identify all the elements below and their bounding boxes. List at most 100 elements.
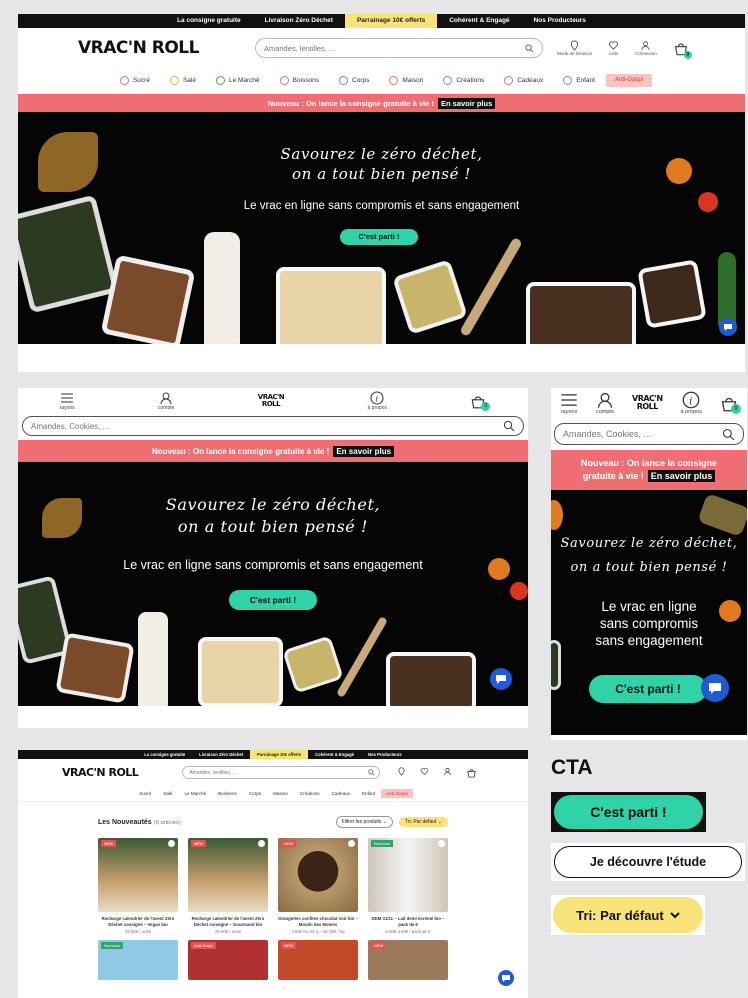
search-input[interactable] <box>263 43 525 53</box>
heart-icon[interactable] <box>420 767 429 776</box>
about-button[interactable]: i à propos <box>681 391 702 415</box>
topbar-link-highlight[interactable]: Parrainage 10€ offerts <box>250 750 309 759</box>
menu-button[interactable]: rayons <box>60 391 75 411</box>
nav-item-boissons[interactable]: Boissons <box>271 76 328 85</box>
nav-item-corps[interactable]: Corps <box>243 791 267 796</box>
product-name: Recharge calendrier de l'avent Zéro Déch… <box>191 916 265 927</box>
search-bar[interactable] <box>554 423 744 445</box>
promo-link[interactable]: En savoir plus <box>438 97 496 109</box>
filter-button[interactable]: Filtrer les produits ⌄ <box>335 816 393 828</box>
pasta-jar-image <box>276 267 386 344</box>
search-icon[interactable] <box>368 768 375 776</box>
basket-icon[interactable] <box>466 767 477 778</box>
nav-item-sale[interactable]: Salé <box>157 791 178 796</box>
nav-item-boissons[interactable]: Boissons <box>212 791 243 796</box>
product-image[interactable]: NEW <box>368 940 448 980</box>
location-pin-icon[interactable] <box>397 766 406 776</box>
menu-button[interactable]: rayons <box>560 391 578 415</box>
cart[interactable]: 0 <box>673 40 692 59</box>
chat-button[interactable] <box>490 668 512 690</box>
promo-link[interactable]: En savoir plus <box>333 445 395 457</box>
cart-count-badge: 0 <box>730 404 741 414</box>
topbar-link[interactable]: Cohérent & Engagé <box>437 14 521 28</box>
nav-item-creations[interactable]: Créations <box>294 791 326 796</box>
nav-item-marche[interactable]: Le Marché <box>178 791 212 796</box>
product-card[interactable]: Nouveau DDM 31/11 – Lait demi-écrémé bio… <box>368 838 448 934</box>
wishlist-heart-icon[interactable] <box>168 840 175 847</box>
nav-item-enfant[interactable]: Enfant <box>356 791 381 796</box>
wishlist-heart-icon[interactable] <box>438 840 445 847</box>
nav-item-maison[interactable]: Maison <box>380 76 432 85</box>
search-input[interactable]: Amandes, lentilles, ... <box>182 765 381 779</box>
product-image[interactable]: Nouveau <box>98 940 178 980</box>
nav-item-sale[interactable]: Salé <box>161 76 205 85</box>
topbar-link[interactable]: Cohérent & Engagé <box>308 750 361 759</box>
sort-dropdown[interactable]: Tri: Par défaut ⌄ <box>398 817 448 827</box>
site-logo[interactable]: VRAC'N ROLL <box>62 766 139 779</box>
search-input[interactable] <box>563 429 722 439</box>
site-logo[interactable]: VRAC'N ROLL <box>78 38 199 58</box>
nav-item-anti-gaspi[interactable]: Anti-Gaspi <box>606 74 653 87</box>
cart-count-badge: 0 <box>481 402 491 411</box>
hero-cta-button[interactable]: C'est parti ! <box>589 675 707 703</box>
product-card[interactable]: NEW Recharge calendrier de l'avent Zéro … <box>188 838 268 934</box>
product-card[interactable]: NEW Recharge calendrier de l'avent Zéro … <box>98 838 178 934</box>
nav-item-cadeaux[interactable]: Cadeaux <box>495 76 552 85</box>
promo-link[interactable]: En savoir plus <box>647 470 716 482</box>
search-icon[interactable] <box>722 428 735 441</box>
nav-item-maison[interactable]: Maison <box>267 791 294 796</box>
chat-button[interactable] <box>498 970 514 986</box>
account[interactable]: Connexion <box>635 40 657 56</box>
search-icon[interactable] <box>525 43 534 53</box>
search-input[interactable] <box>31 421 503 431</box>
chat-button[interactable] <box>701 674 729 702</box>
new-badge: NEW <box>101 840 117 847</box>
nav-item-marche[interactable]: Le Marché <box>207 76 269 85</box>
nav-item-enfant[interactable]: Enfant <box>554 76 604 85</box>
nav-item-corps[interactable]: Corps <box>330 76 378 85</box>
topbar-link[interactable]: La consigne gratuite <box>165 14 253 28</box>
cta-secondary-button[interactable]: Je découvre l'étude <box>554 846 742 878</box>
wishlist-heart-icon[interactable] <box>348 840 355 847</box>
new-badge: Nouveau <box>371 840 394 847</box>
heart-icon <box>609 41 619 50</box>
product-card[interactable]: NEW Orangettes confites chocolat noir bi… <box>278 838 358 934</box>
product-image[interactable]: Anti-Gaspi <box>188 940 268 980</box>
product-image[interactable]: NEW <box>278 940 358 980</box>
hero-cta-button[interactable]: C'est parti ! <box>229 590 317 610</box>
user-icon <box>641 41 651 51</box>
topbar-link[interactable]: Livraison Zéro Déchet <box>192 750 250 759</box>
cart-button[interactable]: 0 <box>470 393 491 411</box>
wishlist[interactable]: Liste <box>608 40 619 56</box>
account-button[interactable]: compte <box>596 391 614 415</box>
new-badge: NEW <box>281 942 297 949</box>
hero-cta-button[interactable]: C'est parti ! <box>340 229 418 245</box>
site-logo[interactable]: VRAC'N ROLL <box>632 395 663 411</box>
nav-item-cadeaux[interactable]: Cadeaux <box>326 791 356 796</box>
promo-text: Nouveau : On lance la consigne gratuite … <box>151 446 330 456</box>
site-logo[interactable]: VRAC'N ROLL <box>258 394 285 408</box>
sort-button[interactable]: Tri: Par défaut <box>553 897 703 933</box>
topbar-link[interactable]: Nos Producteurs <box>522 14 598 28</box>
search-bar[interactable] <box>22 416 524 436</box>
search-icon[interactable] <box>503 420 515 432</box>
tablet-header: rayons compte VRAC'N ROLL i à propos 0 <box>18 388 528 414</box>
chat-button[interactable] <box>719 318 737 336</box>
nav-item-sucre[interactable]: Sucré <box>111 76 159 85</box>
nav-item-anti-gaspi[interactable]: Anti-Gaspi <box>381 788 413 798</box>
listing-header: VRAC'N ROLL Amandes, lentilles, ... <box>18 759 528 785</box>
delivery-mode[interactable]: Mode de livraison <box>557 40 592 56</box>
user-icon[interactable] <box>443 767 452 776</box>
about-button[interactable]: i à propos <box>368 391 387 411</box>
topbar-link[interactable]: La consigne gratuite <box>137 750 192 759</box>
wishlist-heart-icon[interactable] <box>258 840 265 847</box>
cta-primary-button[interactable]: C'est parti ! <box>554 795 703 829</box>
topbar-link[interactable]: Nos Producteurs <box>361 750 409 759</box>
topbar-link[interactable]: Livraison Zéro Déchet <box>253 14 345 28</box>
account-button[interactable]: compte <box>158 391 174 411</box>
nav-item-sucre[interactable]: Sucré <box>133 791 157 796</box>
topbar-link-highlight[interactable]: Parrainage 10€ offerts <box>344 14 438 28</box>
search-bar[interactable] <box>254 38 543 58</box>
nav-item-creations[interactable]: Créations <box>434 76 493 85</box>
cart-button[interactable]: 0 <box>720 394 741 414</box>
